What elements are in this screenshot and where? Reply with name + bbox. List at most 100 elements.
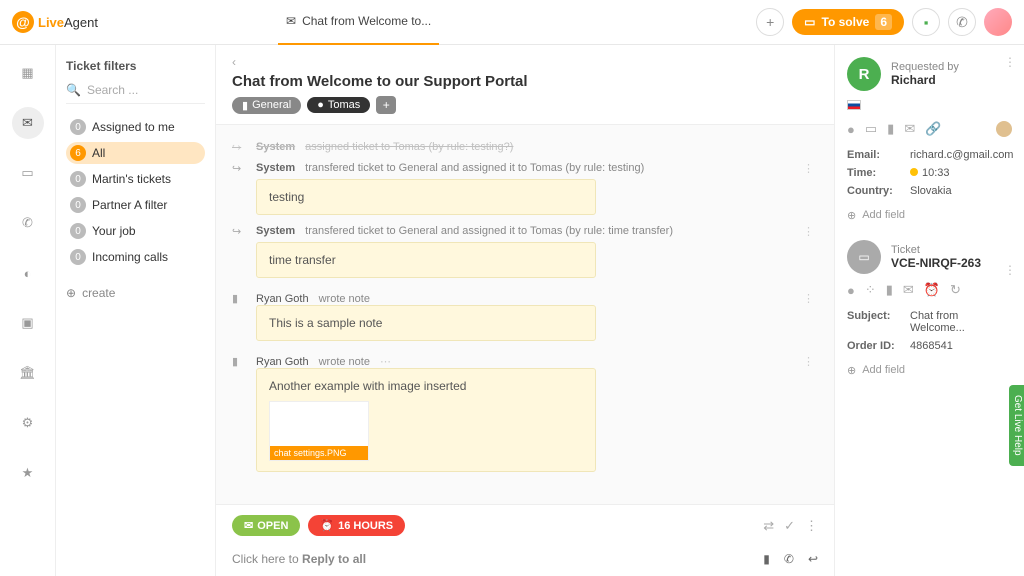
ticket-thread[interactable]: ↪Systemassigned ticket to Tomas (by rule… [216,125,834,504]
note-icon[interactable]: ▮ [763,552,770,566]
chat-status-button[interactable]: ▪ [912,8,940,36]
window-icon[interactable]: ▭ [865,121,877,137]
row-menu[interactable]: ⋮ [799,292,818,305]
tab-label: Chat from Welcome to... [302,14,431,28]
live-help-tab[interactable]: Get Live Help [1009,385,1024,466]
note-box: testing [256,179,596,215]
requester-block[interactable]: R Requested by Richard [847,57,1012,91]
active-tab[interactable]: ✉ Chat from Welcome to... [278,0,439,45]
ticket-block[interactable]: ▭ Ticket VCE-NIRQF-263 [847,240,1012,274]
attachment-thumb[interactable]: chat settings.PNG [269,401,369,461]
system-row: ↪Systemassigned ticket to Tomas (by rule… [232,141,818,154]
arrow-icon: ↪ [232,141,246,154]
resolve-icon[interactable]: ✓ [784,518,795,534]
chat-icon: ▭ [804,15,815,29]
back-button[interactable]: ‹ [232,55,818,69]
ticket-menu[interactable]: ⋮ [1004,263,1016,277]
envelope-icon: ✉ [286,14,296,28]
person-icon[interactable]: ● [847,122,855,137]
agent-avatar[interactable] [996,121,1012,137]
sla-pill[interactable]: ⏰16 HOURS [308,515,405,536]
logo-live: Live [38,15,64,30]
add-field-button[interactable]: ⊕Add field [847,209,1012,222]
sidebar-menu[interactable]: ⋮ [1004,55,1016,69]
arrow-icon: ↪ [232,225,246,238]
status-dot [910,168,918,176]
history-icon[interactable]: ↻ [950,282,961,298]
nav-chat-icon[interactable]: ▭ [12,157,44,189]
create-filter[interactable]: ⊕ create [66,286,205,300]
tag-add-button[interactable]: + [376,96,396,114]
ticket-header: ‹ Chat from Welcome to our Support Porta… [216,45,834,125]
logo-icon: @ [12,11,34,33]
nav-loading-icon[interactable]: ◐ [12,257,44,289]
clock-icon: ⏰ [320,519,334,532]
reply-bar: ✉OPEN ⏰16 HOURS ⇄ ✓ ⋮ Click here to Repl… [216,504,834,576]
right-sidebar: ⋮ R Requested by Richard ● ▭ ▮ ✉ 🔗 Email… [834,45,1024,576]
tag-assignee[interactable]: ●Tomas [307,97,370,113]
to-solve-pill[interactable]: ▭ To solve 6 [792,9,904,35]
search-icon: 🔍 [66,83,81,97]
filter-item-assigned[interactable]: 0Assigned to me [66,116,205,138]
row-menu[interactable]: ⋮ [799,162,818,175]
call-icon[interactable]: ✆ [784,552,794,566]
ticket-filters-panel: Ticket filters 🔍 Search ... 0Assigned to… [56,45,216,576]
group-icon[interactable]: ⁘ [865,282,876,298]
solve-label: To solve [822,15,870,29]
nav-settings-icon[interactable]: ⚙ [12,407,44,439]
logo[interactable]: @ LiveAgent [12,11,98,33]
image-note-box: Another example with image inserted chat… [256,368,596,472]
call-button[interactable]: ✆ [948,8,976,36]
ticket-title: Chat from Welcome to our Support Portal [232,73,818,90]
envelope-icon: ✉ [244,519,253,532]
plus-icon: ⊕ [847,209,856,222]
requester-label: Requested by [891,61,959,73]
nav-call-icon[interactable]: ✆ [12,207,44,239]
requester-info: Email:richard.c@gmail.com Time:10:33 Cou… [847,149,1012,197]
filter-item-yourjob[interactable]: 0Your job [66,220,205,242]
add-field-button[interactable]: ⊕Add field [847,364,1012,377]
logo-agent: Agent [64,15,98,30]
filter-item-partner[interactable]: 0Partner A filter [66,194,205,216]
filters-title: Ticket filters [66,59,205,73]
reply-icon[interactable]: ↩ [808,552,818,566]
folder-icon: ▮ [242,99,248,112]
search-placeholder: Search ... [87,83,138,97]
filter-item-martins[interactable]: 0Martin's tickets [66,168,205,190]
system-row: ↪Systemtransfered ticket to General and … [232,225,818,238]
reply-input[interactable]: Click here to Reply to all ▮ ✆ ↩ [232,552,818,566]
chat-bubble-icon: ▭ [847,240,881,274]
nav-dashboard-icon[interactable]: ▦ [12,57,44,89]
note-row: ▮Ryan Gothwrote note⋯⋮ [232,355,818,368]
mail-icon[interactable]: ✉ [903,282,914,298]
note-icon: ▮ [232,292,246,305]
row-menu[interactable]: ⋮ [799,225,818,238]
nav-star-icon[interactable]: ★ [12,457,44,489]
add-button[interactable]: + [756,8,784,36]
user-avatar[interactable] [984,8,1012,36]
top-bar: @ LiveAgent ✉ Chat from Welcome to... + … [0,0,1024,45]
filters-search[interactable]: 🔍 Search ... [66,83,205,104]
alarm-icon[interactable]: ⏰ [924,282,940,298]
row-menu[interactable]: ⋮ [799,355,818,368]
requester-avatar: R [847,57,881,91]
note-box: time transfer [256,242,596,278]
filter-item-all[interactable]: 6All [66,142,205,164]
folder-icon[interactable]: ▮ [886,282,893,298]
nav-contacts-icon[interactable]: ▣ [12,307,44,339]
more-icon[interactable]: ⋮ [805,518,818,534]
person-icon[interactable]: ● [847,283,855,298]
tag-department[interactable]: ▮General [232,97,301,114]
solve-count: 6 [875,14,892,30]
left-nav: ▦ ✉ ▭ ✆ ◐ ▣ 🏛 ⚙ ★ [0,45,56,576]
folder-icon[interactable]: ▮ [887,121,894,137]
status-open-pill[interactable]: ✉OPEN [232,515,300,536]
note-icon: ▮ [232,355,246,368]
link-icon[interactable]: 🔗 [925,121,941,137]
nav-mail-icon[interactable]: ✉ [12,107,44,139]
ticket-center: ‹ Chat from Welcome to our Support Porta… [216,45,834,576]
filter-item-incoming[interactable]: 0Incoming calls [66,246,205,268]
mail-icon[interactable]: ✉ [904,121,915,137]
transfer-icon[interactable]: ⇄ [763,518,774,534]
nav-bank-icon[interactable]: 🏛 [12,357,44,389]
